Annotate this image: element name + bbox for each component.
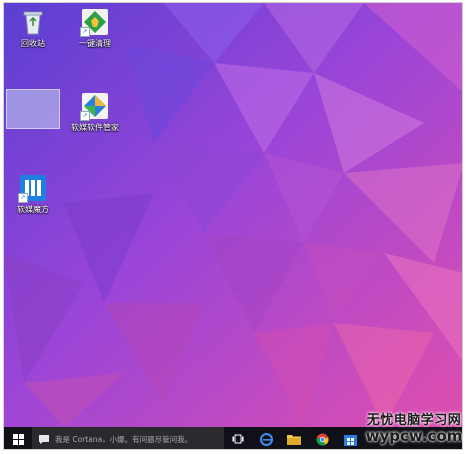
broom-cleanup-icon: ↗ [80,7,110,37]
site-watermark: 无忧电脑学习网 wypcw.com [362,413,463,445]
watermark-title: 无忧电脑学习网 [366,413,462,428]
desktop-icon-cleanup[interactable]: ↗ 一键清理 [59,7,131,49]
recycle-bin-icon [18,7,48,37]
taskbar-app-edge[interactable] [252,427,280,449]
chrome-icon [316,433,329,445]
cortana-chat-icon [39,434,49,444]
desktop-icon-rubik-cube[interactable]: ↗ 软媒魔方 [4,173,69,215]
store-icon [343,434,357,446]
edge-browser-icon [259,432,273,446]
desktop-icon-label: 一键清理 [79,39,111,48]
wallpaper [4,3,462,427]
software-manager-icon: ↗ [80,91,110,121]
start-button[interactable] [4,427,32,449]
shortcut-arrow-icon: ↗ [18,193,28,203]
desktop-icon-software-manager[interactable]: ↗ 软媒软件管家 [59,91,131,133]
taskbar-app-chrome[interactable] [308,427,336,449]
windows-logo-icon [12,433,24,445]
desktop-icon-label: 软媒软件管家 [71,123,119,132]
taskbar-app-file-explorer[interactable] [280,427,308,449]
watermark-url: wypcw.com [365,427,463,445]
cortana-search-box[interactable]: 我是 Cortana，小娜。有问题尽管问我。 [32,427,224,449]
folder-icon [287,435,301,445]
selection-rectangle [6,89,60,129]
desktop-screen: 回收站 ↗ 一键清理 ↗ 软媒软件管家 ↗ 软媒魔方 我是 Cortana，小娜… [3,2,463,450]
task-view-icon [232,434,244,444]
taskbar-app-store[interactable] [336,427,364,449]
search-placeholder: 我是 Cortana，小娜。有问题尽管问我。 [55,434,193,444]
desktop-icon-label: 软媒魔方 [17,205,49,214]
task-view-button[interactable] [224,427,252,449]
shortcut-arrow-icon: ↗ [80,27,90,37]
shortcut-arrow-icon: ↗ [80,111,90,121]
rubik-cube-icon: ↗ [18,173,48,203]
